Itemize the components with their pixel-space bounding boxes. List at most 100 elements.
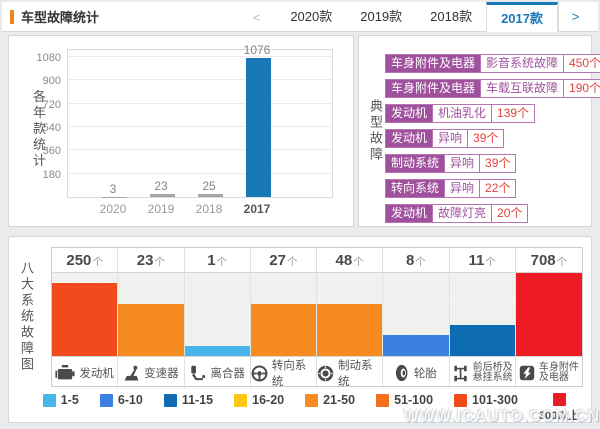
system-label: 转向系统	[272, 357, 316, 389]
x-axis-label-2019: 2019	[139, 202, 183, 216]
x-axis-label-2020: 2020	[91, 202, 135, 216]
icon-cell-前后桥及悬挂系统: 前后桥及悬挂系统	[450, 357, 516, 389]
typical-fault-row: 发动机异响39个	[385, 129, 504, 148]
icon-cell-变速器: 变速器	[118, 357, 184, 389]
eight-systems-panel: 八大系统故障图 250个23个1个27个48个8个11个708个 发动机变速器离…	[8, 236, 592, 423]
gridline	[68, 149, 332, 150]
system-label: 车身附件及电器	[539, 363, 579, 384]
legend-item-6-10: 6-10	[100, 393, 143, 407]
system-bar-转向系统	[251, 304, 316, 356]
icon-cell-车身附件及电器: 车身附件及电器	[516, 357, 582, 389]
header-bar: 车型故障统计 < 2020款2019款2018款2017款 >	[2, 2, 598, 32]
bar-value-label: 1076	[235, 43, 279, 57]
typical-fault-row: 发动机机油乳化139个	[385, 104, 535, 123]
typical-fault-row: 车身附件及电器车载互联故障190个	[385, 79, 600, 98]
fault-count: 39个	[479, 155, 515, 172]
gridline	[68, 79, 332, 80]
legend-label: 11-15	[182, 393, 213, 407]
icon-cell-转向系统: 转向系统	[251, 357, 317, 389]
yearly-chart-plot	[67, 49, 333, 198]
legend-label: 16-20	[252, 393, 284, 407]
eight-systems-label-wrap: 八大系统故障图	[19, 247, 33, 387]
count-unit: 个	[485, 254, 496, 269]
count-cell-转向系统: 27个	[251, 248, 317, 272]
legend-swatch	[305, 394, 318, 407]
systems-icon-row: 发动机变速器 离合器 转向系统制动系统轮胎前后桥及悬挂系统 车身附件及电器	[52, 356, 582, 386]
legend-item-21-50: 21-50	[305, 393, 355, 407]
tab-strip: < 2020款2019款2018款2017款 >	[253, 2, 592, 32]
fault-count: 20个	[491, 205, 527, 222]
legend-label: 6-10	[118, 393, 143, 407]
y-tick-label: 720	[23, 99, 61, 111]
typical-fault-row: 发动机故障灯亮20个	[385, 204, 528, 223]
systems-bar-row	[52, 273, 582, 356]
eight-systems-grid: 250个23个1个27个48个8个11个708个 发动机变速器离合器转向系统制动…	[51, 247, 583, 387]
system-label: 离合器	[210, 365, 245, 381]
legend-label: 101-300	[472, 393, 518, 407]
count-unit: 个	[217, 254, 228, 269]
icon-cell-轮胎: 轮胎	[383, 357, 449, 389]
system-bar-制动系统	[317, 304, 382, 356]
count-cell-轮胎: 8个	[383, 248, 449, 272]
y-tick-label: 900	[23, 75, 61, 87]
fault-count: 190个	[563, 80, 600, 97]
count-cell-制动系统: 48个	[317, 248, 383, 272]
count-number: 8	[406, 252, 414, 269]
prev-arrow-icon[interactable]: <	[253, 10, 261, 25]
count-cell-离合器: 1个	[185, 248, 251, 272]
legend-swatch	[454, 394, 467, 407]
typical-fault-row: 转向系统异响22个	[385, 179, 516, 198]
yearly-bar-2019	[150, 194, 175, 197]
count-number: 1	[207, 252, 215, 269]
count-cell-前后桥及悬挂系统: 11个	[450, 248, 516, 272]
gridline	[68, 126, 332, 127]
legend-label: 300以上	[539, 407, 579, 423]
bar-cell-制动系统	[317, 273, 383, 356]
legend-item-11-15: 11-15	[164, 393, 213, 407]
x-axis-label-2017: 2017	[235, 202, 279, 216]
count-unit: 个	[287, 254, 298, 269]
title-accent-bar	[10, 10, 14, 24]
brake-icon	[317, 365, 334, 382]
count-number: 23	[137, 252, 154, 269]
tab-2020款[interactable]: 2020款	[276, 2, 346, 32]
icon-cell-发动机: 发动机	[52, 357, 118, 389]
eight-systems-label: 八大系统故障图	[19, 261, 33, 373]
legend-item-51-100: 51-100	[376, 393, 433, 407]
system-bar-离合器	[185, 346, 250, 356]
tab-2018款[interactable]: 2018款	[416, 2, 486, 32]
fault-system-tag: 发动机	[386, 130, 432, 147]
tab-2019款[interactable]: 2019款	[346, 2, 416, 32]
bar-cell-转向系统	[251, 273, 317, 356]
count-cell-变速器: 23个	[118, 248, 184, 272]
count-cell-车身附件及电器: 708个	[516, 248, 582, 272]
fault-system-tag: 制动系统	[386, 155, 444, 172]
fault-name-tag: 机油乳化	[432, 105, 491, 122]
count-unit: 个	[92, 254, 103, 269]
bar-value-label: 23	[139, 179, 183, 193]
legend-swatch	[43, 394, 56, 407]
legend-swatch	[234, 394, 247, 407]
tab-2017款[interactable]: 2017款	[486, 2, 558, 32]
count-unit: 个	[415, 254, 426, 269]
gearbox-icon	[123, 365, 140, 382]
yearly-chart-panel: 各年款统计 1803605407209001080320202320192520…	[8, 35, 354, 227]
system-bar-变速器	[118, 304, 183, 356]
system-label: 制动系统	[338, 357, 382, 389]
count-number: 708	[531, 252, 556, 269]
count-unit: 个	[154, 254, 165, 269]
legend-swatch	[376, 394, 389, 407]
axle-icon	[452, 365, 469, 382]
page-title: 车型故障统计	[21, 7, 99, 26]
icon-cell-制动系统: 制动系统	[317, 357, 383, 389]
tabs: 2020款2019款2018款2017款	[276, 2, 558, 32]
bar-cell-变速器	[118, 273, 184, 356]
fault-name-tag: 车载互联故障	[480, 80, 563, 97]
icon-cell-离合器: 离合器	[185, 357, 251, 389]
fault-name-tag: 异响	[444, 180, 479, 197]
bar-value-label: 3	[91, 182, 135, 196]
fault-count: 22个	[479, 180, 515, 197]
legend-label: 51-100	[394, 393, 433, 407]
next-arrow-icon[interactable]: >	[558, 2, 592, 32]
system-bar-发动机	[52, 283, 117, 356]
